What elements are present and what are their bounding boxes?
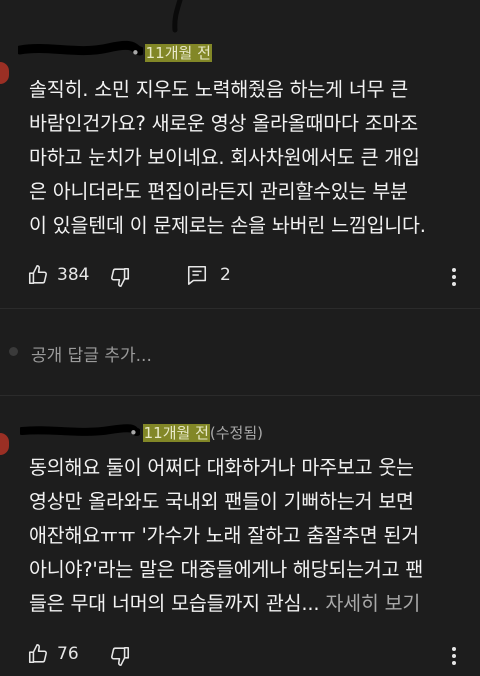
separator-dot: •: [129, 424, 143, 442]
reply-icon: [187, 265, 207, 285]
redacted-author-mark: [18, 40, 143, 56]
like-count: 384: [57, 265, 90, 285]
user-avatar-dot: [9, 347, 18, 356]
comment: • 11개월 전 솔직히. 소민 지우도 노력해줬음 하는게 너무 큰 바람인건…: [0, 0, 480, 300]
reply-button[interactable]: 2: [186, 264, 231, 286]
separator-dot: •: [131, 44, 145, 62]
avatar-icon[interactable]: [0, 62, 9, 84]
comment-meta: • 11개월 전: [131, 42, 212, 63]
thumbs-up-icon: [28, 265, 47, 285]
reply-count: 2: [220, 265, 231, 285]
comment-meta: • 11개월 전(수정됨): [129, 422, 263, 443]
more-options-button[interactable]: [446, 645, 462, 667]
read-more-link[interactable]: 자세히 보기: [325, 592, 420, 615]
redacted-author-mark: [20, 424, 140, 436]
add-reply-row[interactable]: 공개 답글 추가...: [0, 335, 480, 371]
thumbs-up-icon: [28, 644, 47, 664]
more-options-button[interactable]: [446, 266, 462, 288]
avatar-icon[interactable]: [0, 433, 9, 455]
more-vert-icon: [452, 647, 456, 665]
more-vert-icon: [452, 268, 456, 286]
comment: • 11개월 전(수정됨) 동의해요 둘이 어쩌다 대화하거나 마주보고 웃는 …: [0, 400, 480, 676]
thumbs-down-icon: [111, 267, 130, 287]
like-button[interactable]: 384: [27, 264, 89, 286]
dislike-button[interactable]: [109, 645, 131, 667]
comment-text: 동의해요 둘이 어쩌다 대화하거나 마주보고 웃는 영상만 올라와도 국내외 팬…: [29, 451, 423, 621]
like-count: 76: [57, 644, 79, 664]
dislike-button[interactable]: [109, 266, 131, 288]
comment-time: 11개월 전: [142, 424, 210, 442]
divider: [0, 395, 480, 396]
add-reply-input[interactable]: 공개 답글 추가...: [31, 341, 152, 366]
edited-label: (수정됨): [209, 424, 263, 442]
comment-text: 솔직히. 소민 지우도 노력해줬음 하는게 너무 큰 바람인건가요? 새로운 영…: [29, 78, 426, 237]
thumbs-down-icon: [111, 646, 130, 666]
divider: [0, 308, 480, 309]
comment-time: 11개월 전: [144, 44, 212, 62]
like-button[interactable]: 76: [27, 643, 79, 665]
